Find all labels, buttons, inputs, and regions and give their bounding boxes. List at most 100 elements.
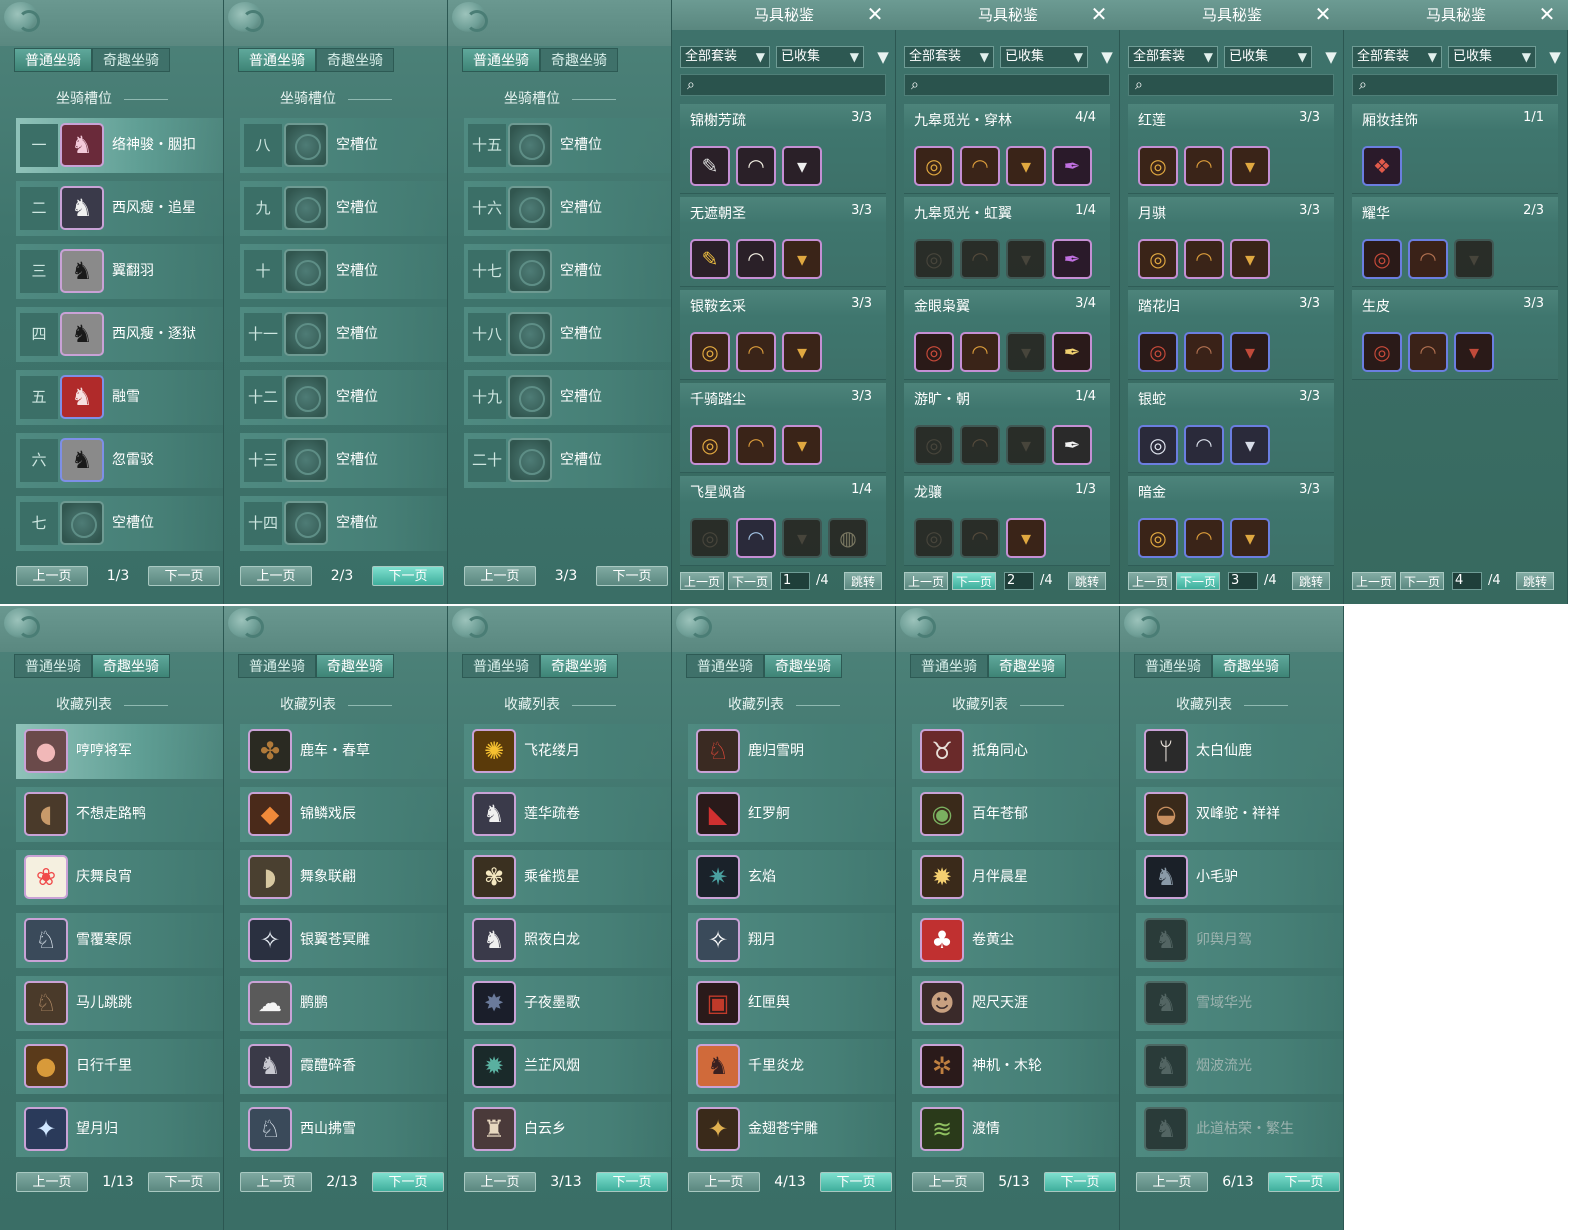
collection-row[interactable]: ♞ 此道枯荣・繁生 [1136,1102,1343,1157]
empty-slot-icon[interactable] [284,312,328,356]
prev-page-button[interactable]: 上一页 [680,572,724,590]
plume-gold-icon[interactable]: ✒ [1052,332,1092,372]
monkey-icon[interactable]: ☻ [920,981,964,1025]
tab-normal-mounts[interactable]: 普通坐骑 [238,654,316,678]
duck-icon[interactable]: ◖ [24,792,68,836]
funnel-filter-icon[interactable]: ▼ [1098,46,1116,68]
jump-button[interactable]: 跳转 [1516,572,1554,590]
search-input[interactable]: ⌕ [1352,74,1558,96]
bridle-silver-icon[interactable]: ◎ [1138,425,1178,465]
carriage-red-icon[interactable]: ▣ [696,981,740,1025]
collection-row[interactable]: ● 日行千里 [16,1039,223,1094]
collection-row[interactable]: ✹ 兰芷风烟 [464,1039,671,1094]
collection-row[interactable]: ◖ 不想走路鸭 [16,787,223,842]
collection-row[interactable]: ♞ 烟波流光 [1136,1039,1343,1094]
stirrup-dim-icon[interactable]: ▾ [782,518,822,558]
beast-teal-icon[interactable]: ✹ [472,1044,516,1088]
next-page-button[interactable]: 下一页 [1044,1172,1116,1192]
stirrup-red-icon[interactable]: ▾ [1230,332,1270,372]
fish-icon[interactable]: ◆ [248,792,292,836]
next-page-button[interactable]: 下一页 [1400,572,1444,590]
prev-page-button[interactable]: 上一页 [464,566,536,586]
horse-white-icon[interactable]: ♞ [472,792,516,836]
collection-row[interactable]: ✹ 月伴晨星 [912,850,1119,905]
collected-filter-dropdown[interactable]: 已收集 ▼ [1448,46,1536,68]
tab-fun-mounts[interactable]: 奇趣坐骑 [764,654,842,678]
mount-slot-row[interactable]: 二 ♞ 西风瘦・追星 [16,181,223,236]
empty-slot-icon[interactable] [508,438,552,482]
search-input[interactable]: ⌕ [904,74,1110,96]
tab-fun-mounts[interactable]: 奇趣坐骑 [988,654,1066,678]
prev-page-button[interactable]: 上一页 [464,1172,536,1192]
bird-gold-icon[interactable]: ✾ [472,855,516,899]
stirrup-dim-icon[interactable]: ▾ [1006,332,1046,372]
mount-slot-row[interactable]: 六 ♞ 忽雷驳 [16,433,223,488]
stirrup-gold-icon[interactable]: ▾ [1006,146,1046,186]
horse-pink-icon[interactable]: ♞ [60,123,104,167]
tab-fun-mounts[interactable]: 奇趣坐骑 [92,48,170,72]
collection-row[interactable]: ✧ 银翼苍冥雕 [240,913,447,968]
saddle-white-icon[interactable]: ◠ [736,239,776,279]
collection-row[interactable]: ♘ 雪覆寒原 [16,913,223,968]
next-page-button[interactable]: 下一页 [372,566,444,586]
mount-slot-row[interactable]: 七 空槽位 [16,496,223,551]
deer-white-icon[interactable]: ♘ [24,918,68,962]
collection-row[interactable]: ◒ 双峰驼・祥祥 [1136,787,1343,842]
collected-filter-dropdown[interactable]: 已收集 ▼ [1000,46,1088,68]
tab-fun-mounts[interactable]: 奇趣坐骑 [540,654,618,678]
tab-normal-mounts[interactable]: 普通坐骑 [238,48,316,72]
saddle-dim-icon[interactable]: ◠ [960,425,1000,465]
whip-icon[interactable]: ✎ [690,146,730,186]
prev-page-button[interactable]: 上一页 [1128,572,1172,590]
mount-slot-row[interactable]: 一 ♞ 络神骏・胭扣 [16,118,223,173]
eagle-icon[interactable]: ✧ [248,918,292,962]
tab-normal-mounts[interactable]: 普通坐骑 [462,654,540,678]
tab-normal-mounts[interactable]: 普通坐骑 [462,48,540,72]
bear-icon[interactable]: ● [24,1044,68,1088]
empty-slot-icon[interactable] [284,186,328,230]
collection-row[interactable]: ✧ 翔月 [688,913,895,968]
page-number-input[interactable]: 3 [1228,572,1258,590]
collection-row[interactable]: ᛘ 太白仙鹿 [1136,724,1343,779]
deer-white-icon[interactable]: ♘ [248,1107,292,1151]
cart-icon[interactable]: ✤ [248,729,292,773]
page-number-input[interactable]: 2 [1004,572,1034,590]
prev-page-button[interactable]: 上一页 [1136,1172,1208,1192]
prev-page-button[interactable]: 上一页 [240,566,312,586]
saddle-gold-icon[interactable]: ◠ [736,332,776,372]
mount-slot-row[interactable]: 十三 空槽位 [240,433,447,488]
tab-normal-mounts[interactable]: 普通坐骑 [686,654,764,678]
dim-icon[interactable]: ♞ [1144,1044,1188,1088]
bridle-gold-icon[interactable]: ◎ [690,332,730,372]
empty-slot-icon[interactable] [508,312,552,356]
dim-icon[interactable]: ♞ [1144,1107,1188,1151]
jump-button[interactable]: 跳转 [1068,572,1106,590]
next-page-button[interactable]: 下一页 [596,1172,668,1192]
stirrup-gold-icon[interactable]: ▾ [782,332,822,372]
collection-row[interactable]: ❀ 庆舞良宵 [16,850,223,905]
collection-row[interactable]: ✲ 神机・木轮 [912,1039,1119,1094]
tab-normal-mounts[interactable]: 普通坐骑 [1134,654,1212,678]
mount-slot-row[interactable]: 五 ♞ 融雪 [16,370,223,425]
set-filter-dropdown[interactable]: 全部套装 ▼ [1128,46,1218,68]
crane-icon[interactable]: ✦ [24,1107,68,1151]
empty-slot-icon[interactable] [60,501,104,545]
next-page-button[interactable]: 下一页 [728,572,772,590]
close-icon[interactable]: ✕ [1313,4,1333,24]
horse-black-icon[interactable]: ♞ [60,312,104,356]
bridle-red-icon[interactable]: ◎ [1362,332,1402,372]
mount-slot-row[interactable]: 二十 空槽位 [464,433,671,488]
toy-horse-icon[interactable]: ♘ [24,981,68,1025]
horse-red-icon[interactable]: ♞ [60,375,104,419]
rider-icon[interactable]: ♜ [472,1107,516,1151]
ornament-red-icon[interactable]: ❖ [1362,146,1402,186]
stirrup-gold-icon[interactable]: ▾ [782,425,822,465]
saddle-gold-icon[interactable]: ◠ [1184,518,1224,558]
collection-row[interactable]: ✤ 鹿车・春草 [240,724,447,779]
collection-row[interactable]: ✷ 玄焰 [688,850,895,905]
funnel-filter-icon[interactable]: ▼ [874,46,892,68]
mount-slot-row[interactable]: 十二 空槽位 [240,370,447,425]
collection-row[interactable]: ♞ 照夜白龙 [464,913,671,968]
next-page-button[interactable]: 下一页 [148,1172,220,1192]
set-filter-dropdown[interactable]: 全部套装 ▼ [904,46,994,68]
